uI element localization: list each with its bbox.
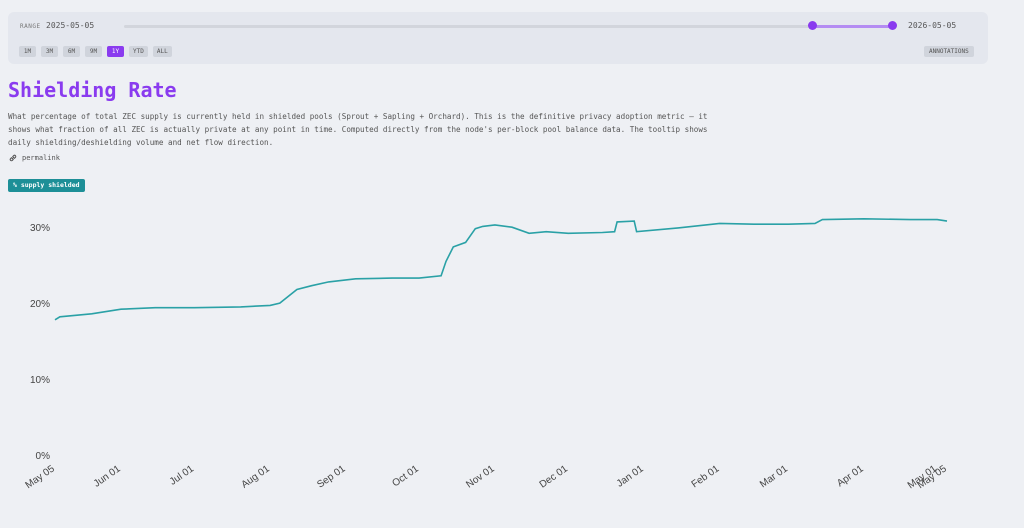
- x-tick-label: Mar 01: [758, 463, 790, 490]
- x-tick-label: Aug 01: [239, 463, 272, 490]
- x-tick-label: Jun 01: [92, 463, 123, 489]
- x-tick-label: May 05: [24, 463, 58, 491]
- y-tick-label: 0%: [36, 451, 51, 462]
- y-tick-label: 20%: [30, 299, 50, 310]
- y-axis: 0% 10% 20% 30%: [30, 223, 50, 462]
- x-tick-label: Jul 01: [168, 463, 197, 488]
- x-tick-label: Dec 01: [538, 463, 571, 490]
- shielding-rate-chart: 0% 10% 20% 30% May 05 Jun 01 Jul 01 Aug 01 Sep …: [24, 217, 950, 491]
- x-tick-label: Oct 01: [390, 463, 421, 489]
- x-axis: May 05 Jun 01 Jul 01 Aug 01 Sep 01 Oct 01 Nov …: [24, 463, 950, 491]
- x-tick-label: Sep 01: [315, 463, 348, 490]
- x-tick-label: Apr 01: [835, 463, 866, 489]
- y-tick-label: 30%: [30, 223, 50, 234]
- y-tick-label: 10%: [30, 375, 50, 386]
- x-tick-label: Nov 01: [464, 463, 497, 490]
- x-tick-label: Jan 01: [615, 463, 646, 489]
- series-line-supply-shielded[interactable]: [54, 217, 948, 321]
- x-tick-label: Feb 01: [690, 463, 722, 490]
